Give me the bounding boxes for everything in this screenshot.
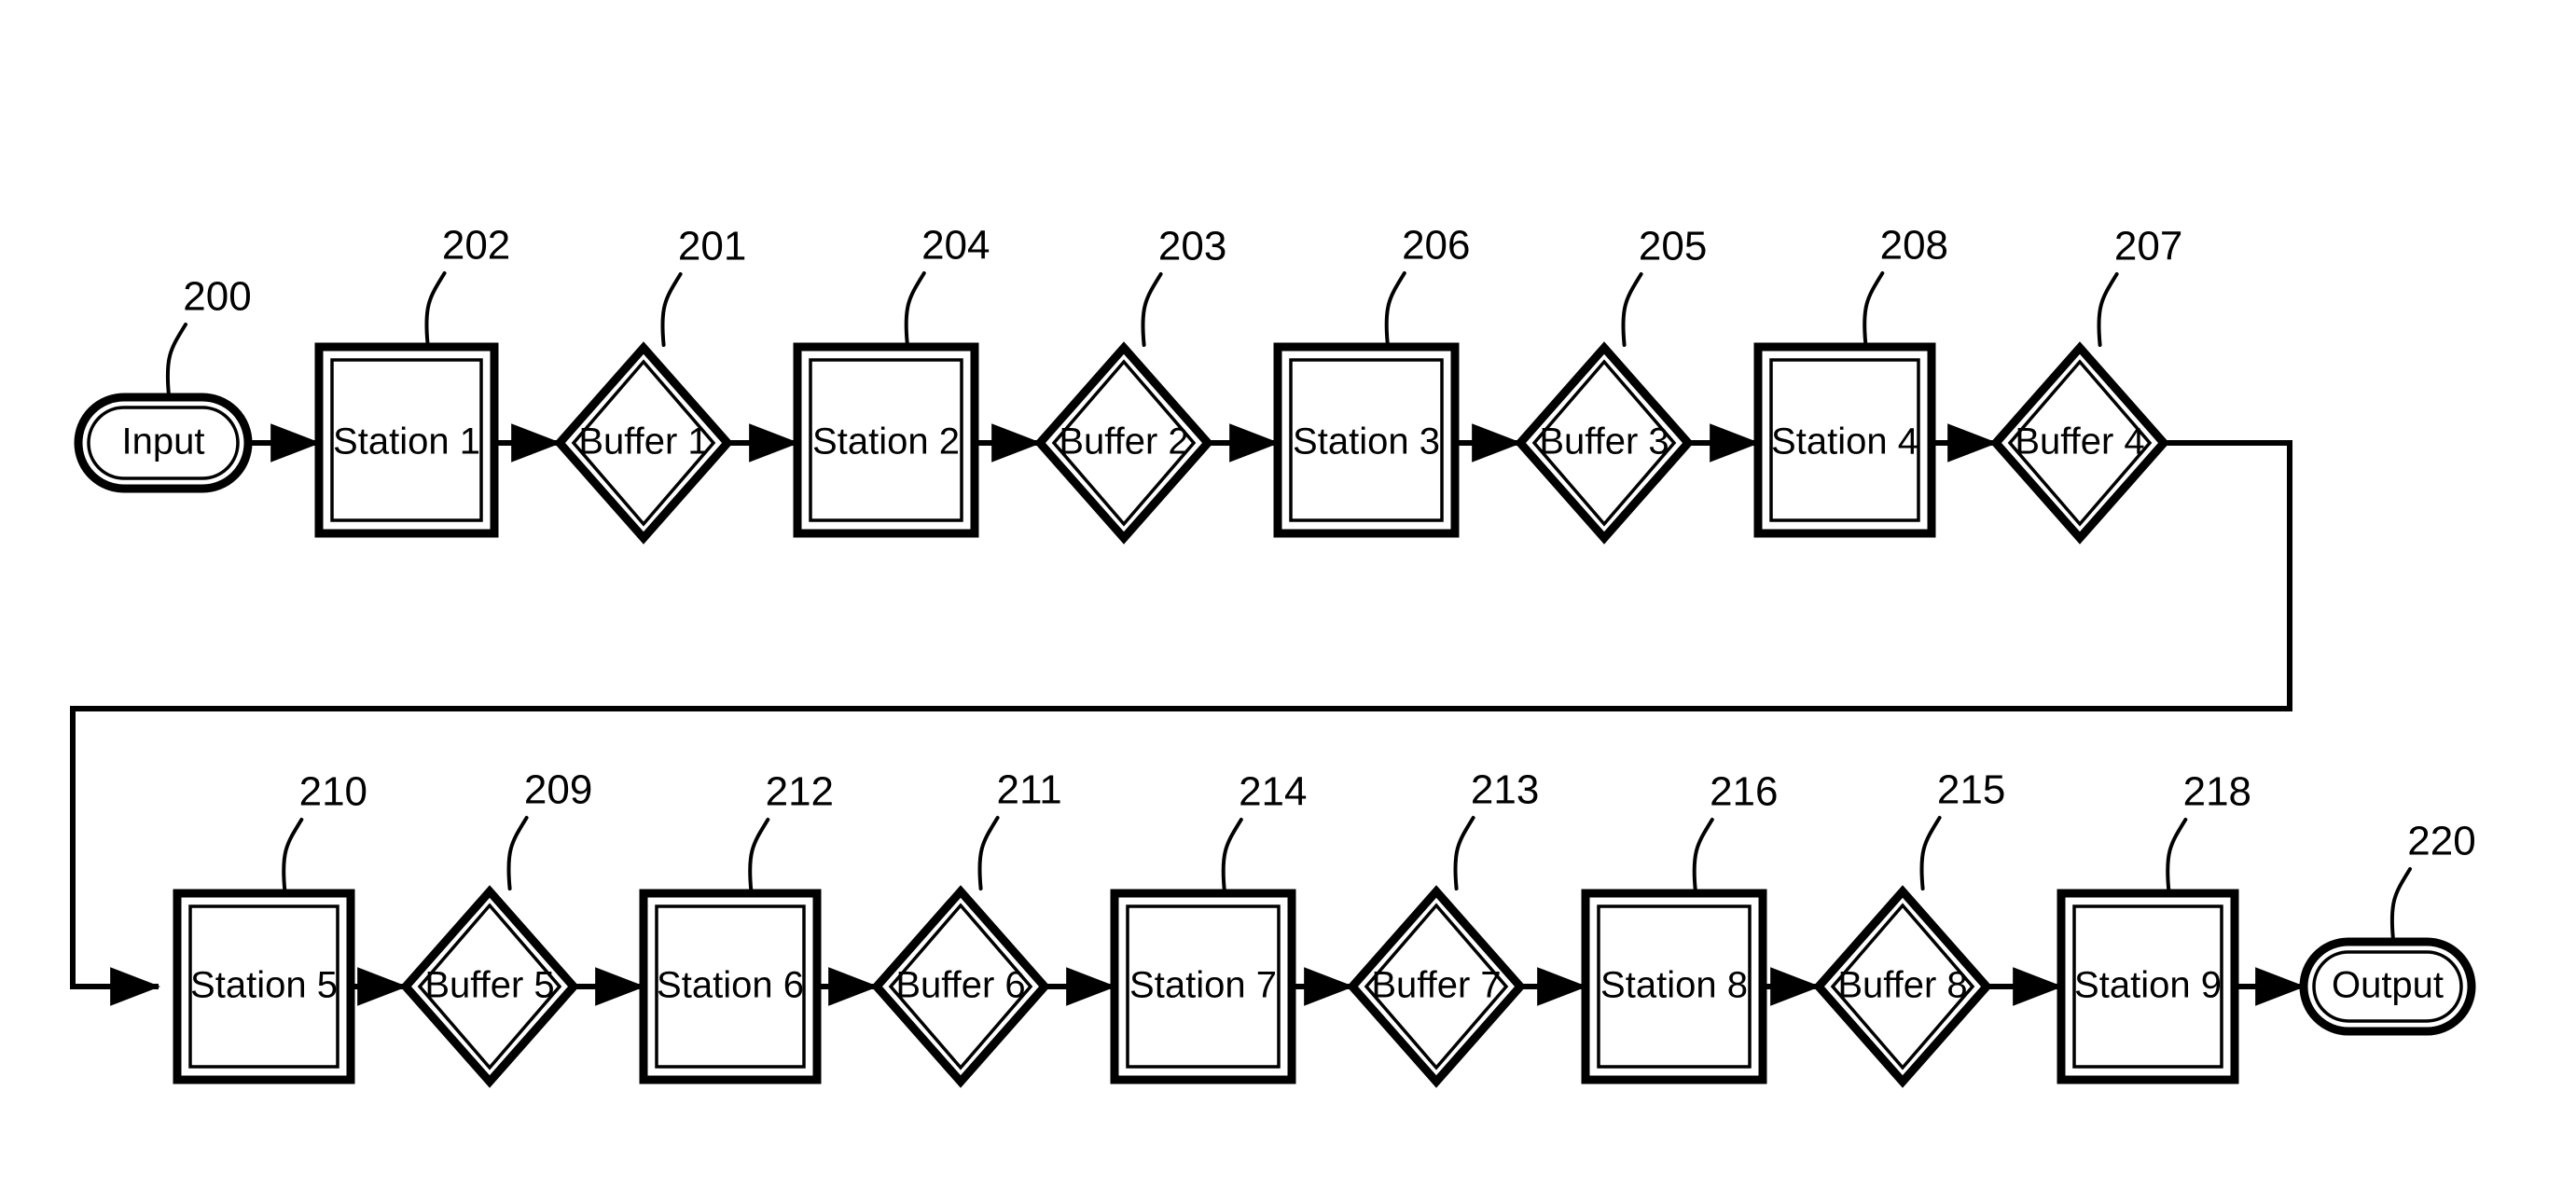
node-buffer7[interactable]: Buffer 7	[1346, 885, 1527, 1088]
terminator-label: Input	[122, 421, 205, 462]
node-station6[interactable]: Station 6	[639, 889, 822, 1084]
reference-number: 207	[2114, 224, 2182, 269]
reference-number: 212	[766, 769, 834, 815]
reference-number: 220	[2407, 819, 2475, 864]
node-buffer8[interactable]: Buffer 8	[1812, 885, 1993, 1088]
node-label: Station 6	[657, 965, 804, 1006]
reference-number: 200	[183, 274, 251, 320]
reference-number: 214	[1239, 769, 1307, 815]
reference-leader-line	[424, 271, 447, 346]
reference-number: 206	[1402, 223, 1470, 269]
reference-leader-line	[1221, 818, 1243, 892]
node-station3[interactable]: Station 3	[1273, 342, 1460, 538]
reference-number: 215	[1937, 767, 2005, 813]
reference-leader-line	[1141, 272, 1163, 347]
node-label: Buffer 6	[895, 965, 1025, 1006]
reference-number: 208	[1880, 223, 1948, 269]
reference-leader-line	[1384, 271, 1406, 346]
reference-leader-line	[904, 271, 926, 346]
node-buffer1[interactable]: Buffer 1	[553, 341, 734, 545]
reference-leader-line	[282, 818, 304, 892]
reference-number: 201	[678, 224, 746, 269]
reference-leader-line	[2097, 272, 2119, 347]
node-buffer4[interactable]: Buffer 4	[1989, 341, 2170, 545]
node-buffer5[interactable]: Buffer 5	[399, 885, 580, 1088]
terminator-input[interactable]: Input	[74, 393, 253, 493]
node-station9[interactable]: Station 9	[2057, 889, 2239, 1084]
reference-leader-line	[2389, 867, 2412, 942]
reference-leader-line	[748, 818, 770, 892]
node-station1[interactable]: Station 1	[314, 342, 499, 538]
node-station7[interactable]: Station 7	[1110, 889, 1296, 1084]
reference-number: 203	[1158, 224, 1226, 269]
node-label: Station 3	[1293, 421, 1440, 462]
node-label: Station 5	[190, 965, 338, 1006]
node-label: Station 1	[333, 421, 480, 462]
node-label: Buffer 5	[424, 965, 554, 1006]
reference-leader-line	[1621, 272, 1643, 347]
reference-number: 210	[299, 769, 367, 815]
reference-number: 209	[524, 767, 592, 813]
node-buffer6[interactable]: Buffer 6	[870, 885, 1051, 1088]
reference-leader-line	[1919, 816, 1942, 890]
flow-diagram-svg: Station 1 Buffer 1 Station 2 Buffer 2 Statio…	[70, 223, 2476, 1088]
reference-number: 202	[442, 223, 510, 269]
node-station5[interactable]: Station 5	[173, 889, 355, 1084]
node-label: Buffer 2	[1059, 421, 1188, 462]
node-label: Station 9	[2074, 965, 2222, 1006]
node-buffer2[interactable]: Buffer 2	[1033, 341, 1214, 545]
reference-number: 213	[1471, 767, 1539, 813]
reference-leader-line	[2166, 818, 2188, 892]
node-label: Buffer 3	[1539, 421, 1669, 462]
reference-number: 216	[1710, 769, 1778, 815]
node-label: Buffer 4	[2015, 421, 2144, 462]
reference-number: 205	[1639, 224, 1707, 269]
terminator-label: Output	[2332, 965, 2444, 1006]
node-station8[interactable]: Station 8	[1581, 889, 1767, 1084]
node-label: Station 4	[1771, 421, 1918, 462]
reference-number: 211	[997, 767, 1062, 813]
node-label: Station 8	[1600, 965, 1748, 1006]
node-label: Station 2	[812, 421, 960, 462]
node-station4[interactable]: Station 4	[1753, 342, 1936, 538]
node-station2[interactable]: Station 2	[793, 342, 979, 538]
node-label: Buffer 8	[1837, 965, 1967, 1006]
reference-leader-line	[506, 816, 529, 890]
reference-number: 218	[2183, 769, 2251, 815]
nodes-layer: Station 1 Buffer 1 Station 2 Buffer 2 Statio…	[74, 341, 2476, 1088]
reference-leader-line	[1692, 818, 1714, 892]
reference-number: 204	[921, 223, 990, 269]
reference-leader-line	[1863, 271, 1885, 346]
figure-canvas: Station 1 Buffer 1 Station 2 Buffer 2 Statio…	[0, 0, 2576, 1201]
reference-numbers-layer: 202 201 204 203 206 205 208 207 210 209 212 211 214 2…	[165, 223, 2476, 942]
node-buffer3[interactable]: Buffer 3	[1514, 341, 1695, 545]
reference-leader-line	[660, 272, 683, 347]
node-label: Buffer 1	[578, 421, 708, 462]
reference-leader-line	[977, 816, 1000, 890]
node-label: Buffer 7	[1371, 965, 1501, 1006]
node-label: Station 7	[1129, 965, 1277, 1006]
terminator-output[interactable]: Output	[2299, 937, 2476, 1036]
reference-leader-line	[1453, 816, 1475, 890]
reference-leader-line	[165, 323, 187, 397]
